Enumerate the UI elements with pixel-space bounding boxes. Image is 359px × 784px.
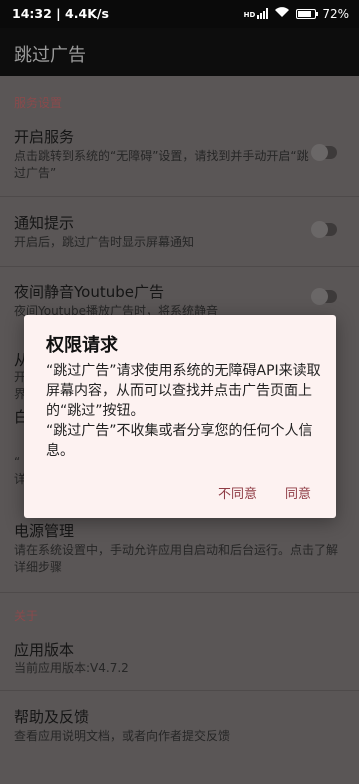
permission-dialog: 权限请求 “跳过广告”请求使用系统的无障碍API来读取屏幕内容，从而可以查找并点… <box>24 315 336 518</box>
decline-button[interactable]: 不同意 <box>214 481 261 504</box>
dialog-title: 权限请求 <box>46 335 118 356</box>
dialog-message-1: “跳过广告”请求使用系统的无障碍API来读取屏幕内容，从而可以查找并点击广告页面… <box>46 363 321 419</box>
dialog-message: “跳过广告”请求使用系统的无障碍API来读取屏幕内容，从而可以查找并点击广告页面… <box>46 361 322 461</box>
dialog-message-2: “跳过广告”不收集或者分享您的任何个人信息。 <box>46 423 313 459</box>
accept-button[interactable]: 同意 <box>281 481 315 504</box>
